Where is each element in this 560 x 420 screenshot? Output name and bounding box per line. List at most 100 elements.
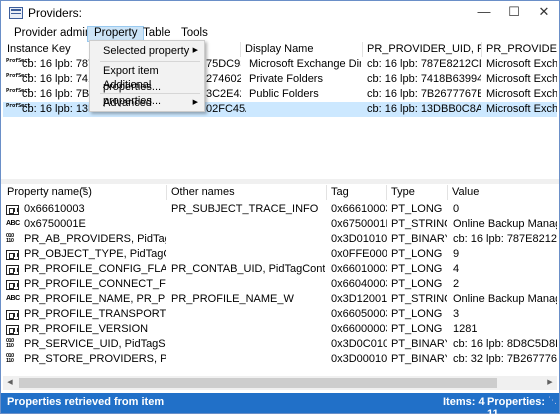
other-names-cell	[171, 217, 325, 232]
bottom-horizontal-scrollbar[interactable]: ◀ ▶	[3, 376, 557, 390]
provider-d-cell: Microsoft Excha	[486, 88, 557, 100]
table-row[interactable]: 010110 PR_AB_PROVIDERS, PidTagAbP... 0x3…	[3, 232, 557, 247]
property-name-cell: PR_PROFILE_VERSION	[24, 323, 149, 335]
menu-item-label: Advanced	[103, 97, 152, 109]
long-property-icon	[6, 265, 19, 275]
value-cell: cb: 32 lpb: 7B2677767B3	[453, 353, 557, 365]
value-cell: Online Backup Manager	[453, 218, 557, 230]
value-cell: 1281	[453, 323, 478, 335]
provider-uid-cell: cb: 16 lpb: 13DBB0C8AA...	[367, 103, 481, 115]
type-cell: PT_LONG	[391, 308, 443, 320]
resize-grip-icon[interactable]: ⋱	[548, 395, 557, 406]
column-header-value[interactable]: Value	[448, 185, 557, 200]
tag-cell: 0x66010003	[331, 263, 387, 275]
other-names-cell: PR_CONTAB_UID, PidTagContact...	[171, 263, 325, 275]
menu-item-advanced[interactable]: Advanced ▶	[91, 95, 203, 111]
profile-section-icon: ProfSect	[6, 88, 31, 94]
provider-uid-cell: cb: 16 lpb: 7418B639940...	[367, 73, 481, 85]
column-header-display-name[interactable]: Display Name	[241, 42, 363, 57]
long-property-icon	[6, 250, 19, 260]
app-icon	[9, 7, 23, 19]
tag-cell: 0x66040003	[331, 278, 387, 290]
table-row[interactable]: ProfSect cb: 16 lpb: 7418 274602 Private…	[3, 72, 557, 87]
provider-uid-cell: cb: 16 lpb: 7B2677767B3...	[367, 88, 481, 100]
profile-section-icon: ProfSect	[6, 58, 31, 64]
table-row[interactable]: ProfSect cb: 16 lpb: 7B26 3C2E42 Public …	[3, 87, 557, 102]
providers-table: Instance Key Display Name PR_PROVIDER_UI…	[3, 42, 557, 164]
type-cell: PT_BINARY	[391, 233, 447, 245]
profile-section-icon: ProfSect	[6, 73, 31, 79]
property-name-cell: PR_PROFILE_TRANSPORT_FLAGS	[24, 308, 166, 320]
title-bar: Providers: — ☐ ✕	[1, 1, 559, 25]
window-title: Providers:	[28, 6, 83, 20]
property-name-cell: PR_AB_PROVIDERS, PidTagAbP...	[24, 233, 166, 245]
maximize-button[interactable]: ☐	[499, 1, 529, 25]
scrollbar-thumb[interactable]	[19, 378, 497, 388]
display-name-cell: Public Folders	[249, 88, 319, 100]
menu-provider-admin[interactable]: Provider admin	[8, 26, 97, 42]
property-name-cell: PR_PROFILE_CONFIG_FLAGS	[24, 263, 166, 275]
string-property-icon: ABC	[6, 220, 20, 227]
table-row[interactable]: PR_PROFILE_CONFIG_FLAGS PR_CONTAB_UID, P…	[3, 262, 557, 277]
table-row[interactable]: PR_PROFILE_TRANSPORT_FLAGS 0x66050003 PT…	[3, 307, 557, 322]
other-names-cell	[171, 307, 325, 322]
sort-descending-icon	[81, 187, 87, 191]
table-row-selected[interactable]: ProfSect cb: 16 lpb: 13DE 02FC45A cb: 16…	[3, 102, 557, 117]
display-name-cell	[249, 102, 361, 117]
long-property-icon	[6, 280, 19, 290]
table-row[interactable]: ProfSect cb: 16 lpb: 787E 75DC93 Microso…	[3, 57, 557, 72]
tag-cell: 0x6750001E	[331, 218, 387, 230]
binary-property-icon: 010 110	[6, 353, 14, 364]
scroll-right-arrow-icon[interactable]: ▶	[543, 376, 557, 390]
column-header-tag[interactable]: Tag	[327, 185, 387, 200]
column-header-other-names[interactable]: Other names	[167, 185, 327, 200]
table-row[interactable]: 010110 PR_STORE_PROVIDERS, PidTag... 0x3…	[3, 352, 557, 367]
status-bar: Properties retrieved from item Items: 4 …	[1, 393, 559, 420]
table-row[interactable]: PR_PROFILE_VERSION 0x66000003 PT_LONG 12…	[3, 322, 557, 337]
tag-cell: 0x66050003	[331, 308, 387, 320]
type-cell: PT_STRING8	[391, 293, 447, 305]
table-row[interactable]: PR_PROFILE_CONNECT_FLAGS 0x66040003 PT_L…	[3, 277, 557, 292]
value-cell: 4	[453, 263, 460, 275]
property-name-cell: 0x6750001E	[24, 218, 86, 230]
display-name-cell: Microsoft Exchange Dire...	[249, 58, 361, 70]
column-header-type[interactable]: Type	[387, 185, 448, 200]
instance-key-tail-cell: 274602	[206, 73, 241, 85]
table-row[interactable]: ABC 0x6750001E 0x6750001E PT_STRING8 Onl…	[3, 217, 557, 232]
status-message: Properties retrieved from item	[7, 396, 165, 408]
value-cell: 0	[453, 203, 460, 215]
other-names-cell	[171, 247, 325, 262]
property-name-cell: PR_STORE_PROVIDERS, PidTag...	[24, 353, 166, 365]
instance-key-tail-cell: 02FC45A	[206, 103, 246, 115]
column-header-provider-uid[interactable]: PR_PROVIDER_UID, PidTag...	[363, 42, 482, 57]
scroll-left-arrow-icon[interactable]: ◀	[3, 376, 17, 390]
other-names-cell	[171, 322, 325, 337]
tag-cell: 0x3D010102	[331, 233, 387, 245]
close-button[interactable]: ✕	[529, 1, 559, 25]
type-cell: PT_BINARY	[391, 338, 447, 350]
table-row[interactable]: 0x66610003 PR_SUBJECT_TRACE_INFO 0x66610…	[3, 202, 557, 217]
other-names-cell: PR_PROFILE_NAME_W	[171, 293, 294, 305]
binary-property-icon: 010 110	[6, 338, 14, 349]
menu-item-additional-properties[interactable]: Additional properties...	[91, 77, 203, 107]
table-row[interactable]: ABC PR_PROFILE_NAME, PR_PROFIL... PR_PRO…	[3, 292, 557, 307]
string-property-icon: ABC	[6, 295, 20, 302]
other-names-cell	[171, 337, 325, 352]
property-menu-dropdown: Selected property ▶ Export item properti…	[89, 40, 205, 112]
tag-cell: 0x3D000102	[331, 353, 387, 365]
column-header-provider-d[interactable]: PR_PROVIDER_D	[482, 42, 557, 57]
menu-divider	[100, 93, 200, 94]
pane-splitter[interactable]	[1, 179, 559, 184]
minimize-button[interactable]: —	[469, 1, 499, 25]
property-name-cell: PR_OBJECT_TYPE, PidTagObject...	[24, 248, 166, 260]
tag-cell: 0x3D12001E	[331, 293, 387, 305]
provider-d-cell: Microsoft Excha	[486, 73, 557, 85]
binary-property-icon: 010 110	[6, 233, 14, 244]
submenu-arrow-icon: ▶	[192, 99, 198, 106]
type-cell: PT_LONG	[391, 278, 443, 290]
table-row[interactable]: 010110 PR_SERVICE_UID, PidTagService... …	[3, 337, 557, 352]
long-property-icon	[6, 310, 19, 320]
table-row[interactable]: PR_OBJECT_TYPE, PidTagObject... 0x0FFE00…	[3, 247, 557, 262]
menu-item-selected-property[interactable]: Selected property ▶	[91, 43, 203, 59]
type-cell: PT_LONG	[391, 323, 443, 335]
